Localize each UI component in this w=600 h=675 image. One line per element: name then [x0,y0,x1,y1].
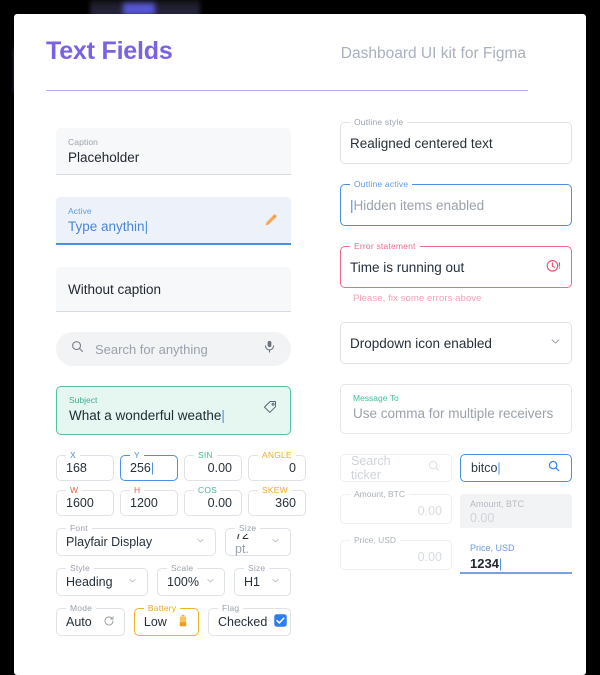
active-field[interactable]: Active Type anythin| [56,197,291,245]
price-usd-outline-label: Price, USD [350,535,401,546]
number-field-sin[interactable]: SIN 0.00 [184,450,242,481]
message-to-placeholder: Use comma for multiple receivers [353,406,554,421]
price-usd-outline-field[interactable]: Price, USD 0.00 [340,535,452,570]
amount-btc-filled-value: 0.00 [470,511,495,525]
page-subtitle: Dashboard UI kit for Figma [340,45,526,62]
search-icon [70,339,85,359]
caption-field-value: Placeholder [68,150,140,165]
amount-btc-filled-field[interactable]: Amount, BTC 0.00 [460,494,572,528]
message-to-label: Message To [353,393,399,403]
price-usd-filled-label: Price, USD [470,543,515,553]
pencil-icon[interactable] [263,212,279,233]
outline-active-label: Outline active [350,179,413,190]
scale-select[interactable]: Scale 100% [157,563,225,596]
left-column: Caption Placeholder Active Type anythin|… [56,128,306,636]
battery-field-value: Low [143,615,167,629]
mode-field[interactable]: Mode Auto [56,603,125,636]
message-to-field[interactable]: Message To Use comma for multiple receiv… [340,384,572,434]
subject-field-value: What a wonderful weathe| [69,408,225,423]
font-select-value: Playfair Display [66,535,153,549]
amount-btc-outline-value: 0.00 [417,504,442,518]
flag-field-value: Checked [218,615,268,629]
price-usd-outline-value: 0.00 [417,550,442,564]
subject-field[interactable]: Subject What a wonderful weathe| [56,386,291,435]
caption-field[interactable]: Caption Placeholder [56,128,291,175]
page-header: Text Fields Dashboard UI kit for Figma [46,36,526,96]
ticker-search-placeholder: Search ticker [351,454,391,482]
number-field-skew[interactable]: SKEW 360 [248,485,306,516]
screenshot-root: Text Fields Dashboard UI kit for Figma C… [0,0,600,675]
error-statement-value: Time is running out [350,259,465,275]
active-field-label: Active [68,206,92,216]
microphone-icon[interactable] [262,339,277,359]
number-field-w[interactable]: W 1600 [56,485,114,516]
search-icon[interactable] [547,459,561,478]
outline-style-label: Outline style [350,117,408,128]
font-select[interactable]: Font Playfair Display [56,523,216,556]
chevron-down-icon [270,535,281,549]
heading-size-value: H1 [244,575,260,589]
chevron-down-icon[interactable] [549,335,562,351]
chevron-down-icon [195,535,206,549]
ticker-search-active[interactable]: bitco| [460,454,572,482]
error-statement-label: Error statement [350,241,420,252]
ticker-search-disabled[interactable]: Search ticker [340,454,452,482]
amount-btc-outline-label: Amount, BTC [350,489,410,500]
flag-field[interactable]: Flag Checked [208,603,291,636]
outline-active-placeholder: Hidden items enabled [353,197,485,213]
chevron-down-icon [127,575,138,589]
search-field[interactable]: Search for anything [56,332,291,366]
font-size-unit: pt. [235,542,249,556]
style-select[interactable]: Style Heading [56,563,148,596]
page-title: Text Fields [46,37,173,65]
amount-btc-outline-field[interactable]: Amount, BTC 0.00 [340,489,452,524]
price-usd-filled-field[interactable]: Price, USD 1234| [460,540,572,574]
right-column: Outline style Realigned centered text Ou… [340,117,572,574]
clock-alert-icon [545,257,562,277]
outline-style-value: Realigned centered text [350,135,493,151]
ticker-search-value: bitco| [471,461,501,475]
without-caption-field[interactable]: Without caption [56,267,291,312]
mode-field-value: Auto [66,615,92,629]
font-row: Font Playfair Display Size 72 pt. [56,523,291,556]
transform-number-grid: X 168 Y 256| SIN 0.00 ANGLE 0 W 1600 H 1200 CO… [56,450,306,516]
number-field-x[interactable]: X 168 [56,450,114,481]
error-statement-field[interactable]: Error statement Time is running out [340,241,572,288]
number-field-angle[interactable]: ANGLE 0 [248,450,306,481]
chevron-down-icon [205,575,216,589]
number-field-cos[interactable]: COS 0.00 [184,485,242,516]
active-field-value: Type anythin| [68,219,149,234]
price-usd-filled-value: 1234| [470,556,503,571]
outline-active-field[interactable]: Outline active |Hidden items enabled [340,179,572,226]
amount-btc-filled-label: Amount, BTC [470,499,525,509]
outline-style-field[interactable]: Outline style Realigned centered text [340,117,572,164]
battery-low-icon [177,614,189,631]
status-row: Mode Auto Battery Low Flag Checked [56,603,291,636]
subject-field-label: Subject [69,395,98,405]
caption-field-label: Caption [68,137,98,147]
font-size-select[interactable]: Size 72 pt. [225,523,291,556]
error-helper-text: Please, fix some errors above [353,293,482,304]
number-field-h[interactable]: H 1200 [120,485,178,516]
search-input-placeholder: Search for anything [95,341,208,357]
heading-size-select[interactable]: Size H1 [234,563,291,596]
tag-icon[interactable] [262,399,279,421]
text-caret: | [221,408,225,423]
dropdown-field-value: Dropdown icon enabled [350,335,492,351]
without-caption-value: Without caption [68,282,162,297]
chevron-down-icon [270,575,281,589]
style-select-value: Heading [66,575,113,589]
text-caret: | [144,219,149,234]
battery-field[interactable]: Battery Low [133,603,199,636]
search-icon [427,459,441,478]
style-row: Style Heading Scale 100% Size H1 [56,563,291,596]
scale-select-value: 100% [167,575,199,589]
ticker-grid: Search ticker bitco| Amount, BTC 0.00 Am… [340,454,572,574]
number-field-y[interactable]: Y 256| [120,450,178,481]
dropdown-field[interactable]: Dropdown icon enabled [340,322,572,364]
header-divider [46,90,528,91]
sync-icon[interactable] [103,615,115,630]
checkbox-checked-icon[interactable] [273,613,288,631]
